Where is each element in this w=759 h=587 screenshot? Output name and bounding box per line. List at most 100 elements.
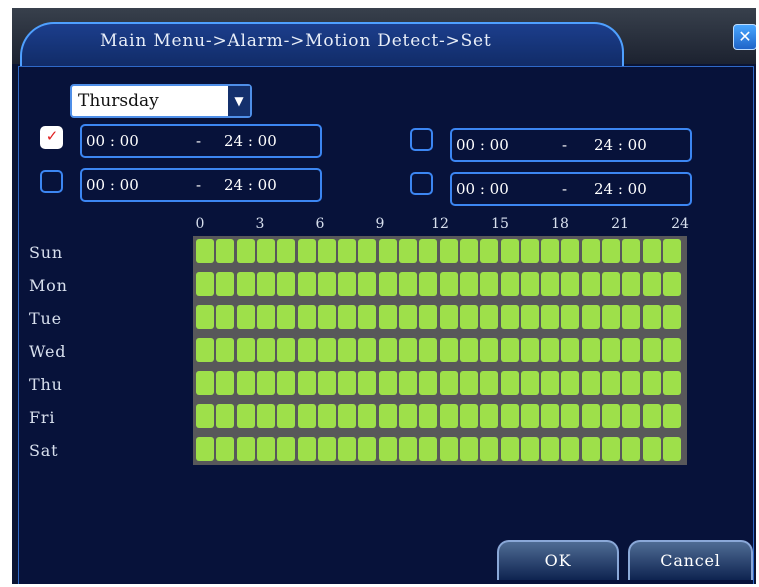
schedule-cell[interactable] [338, 338, 357, 362]
schedule-cell[interactable] [358, 338, 377, 362]
schedule-cell[interactable] [622, 272, 641, 296]
schedule-cell[interactable] [520, 338, 539, 362]
period-3-checkbox[interactable] [410, 128, 433, 151]
schedule-cell[interactable] [642, 305, 661, 329]
schedule-cell[interactable] [662, 338, 681, 362]
schedule-cell[interactable] [662, 371, 681, 395]
schedule-cell[interactable] [561, 338, 580, 362]
schedule-cell[interactable] [419, 272, 438, 296]
schedule-cell[interactable] [500, 338, 519, 362]
schedule-cell[interactable] [317, 404, 336, 428]
schedule-cell[interactable] [358, 272, 377, 296]
schedule-cell[interactable] [378, 338, 397, 362]
schedule-cell[interactable] [662, 239, 681, 263]
schedule-cell[interactable] [561, 437, 580, 461]
schedule-cell[interactable] [216, 305, 235, 329]
schedule-cell[interactable] [216, 239, 235, 263]
schedule-cell[interactable] [419, 338, 438, 362]
schedule-cell[interactable] [520, 371, 539, 395]
schedule-cell[interactable] [602, 305, 620, 329]
schedule-cell[interactable] [459, 239, 478, 263]
schedule-cell[interactable] [317, 305, 336, 329]
schedule-cell[interactable] [297, 371, 316, 395]
schedule-cell[interactable] [581, 305, 600, 329]
schedule-cell[interactable] [338, 437, 357, 461]
period-2-end-time[interactable]: 24 : 00 [224, 170, 277, 200]
period-2-start-time[interactable]: 00 : 00 [86, 170, 139, 200]
schedule-cell[interactable] [196, 338, 214, 362]
schedule-cell[interactable] [338, 371, 357, 395]
schedule-cell[interactable] [459, 305, 478, 329]
schedule-cell[interactable] [439, 239, 458, 263]
schedule-cell[interactable] [196, 272, 214, 296]
schedule-cell[interactable] [277, 437, 296, 461]
schedule-cell[interactable] [399, 239, 417, 263]
schedule-cell[interactable] [196, 404, 214, 428]
schedule-cell[interactable] [297, 338, 316, 362]
schedule-cell[interactable] [602, 338, 620, 362]
schedule-cell[interactable] [317, 338, 336, 362]
schedule-cell[interactable] [541, 305, 560, 329]
schedule-cell[interactable] [277, 338, 296, 362]
schedule-row-sun[interactable] [196, 239, 684, 263]
schedule-cell[interactable] [378, 371, 397, 395]
schedule-cell[interactable] [399, 338, 417, 362]
schedule-cell[interactable] [378, 404, 397, 428]
schedule-cell[interactable] [216, 404, 235, 428]
schedule-cell[interactable] [419, 437, 438, 461]
schedule-cell[interactable] [338, 239, 357, 263]
schedule-cell[interactable] [317, 239, 336, 263]
schedule-cell[interactable] [622, 305, 641, 329]
schedule-cell[interactable] [419, 305, 438, 329]
schedule-grid[interactable] [193, 236, 687, 465]
schedule-cell[interactable] [338, 305, 357, 329]
schedule-cell[interactable] [439, 437, 458, 461]
schedule-cell[interactable] [236, 305, 255, 329]
schedule-cell[interactable] [358, 305, 377, 329]
schedule-cell[interactable] [439, 371, 458, 395]
schedule-row-fri[interactable] [196, 404, 684, 428]
schedule-cell[interactable] [419, 239, 438, 263]
period-4-start-time[interactable]: 00 : 00 [456, 174, 509, 204]
schedule-cell[interactable] [317, 272, 336, 296]
schedule-cell[interactable] [236, 272, 255, 296]
schedule-cell[interactable] [399, 272, 417, 296]
schedule-cell[interactable] [662, 404, 681, 428]
period-3-time-range[interactable]: 00 : 00 - 24 : 00 [450, 128, 692, 162]
schedule-cell[interactable] [602, 239, 620, 263]
schedule-cell[interactable] [256, 404, 275, 428]
schedule-cell[interactable] [500, 305, 519, 329]
schedule-cell[interactable] [358, 371, 377, 395]
schedule-cell[interactable] [541, 239, 560, 263]
schedule-cell[interactable] [297, 239, 316, 263]
schedule-cell[interactable] [256, 437, 275, 461]
schedule-cell[interactable] [602, 404, 620, 428]
close-icon[interactable]: ✕ [733, 24, 756, 50]
schedule-cell[interactable] [581, 239, 600, 263]
schedule-cell[interactable] [500, 239, 519, 263]
schedule-cell[interactable] [642, 239, 661, 263]
schedule-cell[interactable] [439, 338, 458, 362]
schedule-cell[interactable] [236, 239, 255, 263]
schedule-cell[interactable] [236, 338, 255, 362]
schedule-cell[interactable] [277, 305, 296, 329]
schedule-cell[interactable] [399, 437, 417, 461]
schedule-cell[interactable] [581, 371, 600, 395]
period-1-checkbox[interactable]: ✓ [40, 126, 63, 149]
schedule-cell[interactable] [561, 305, 580, 329]
schedule-cell[interactable] [642, 272, 661, 296]
schedule-cell[interactable] [520, 305, 539, 329]
schedule-cell[interactable] [459, 371, 478, 395]
schedule-cell[interactable] [500, 404, 519, 428]
schedule-cell[interactable] [256, 239, 275, 263]
schedule-cell[interactable] [439, 272, 458, 296]
schedule-cell[interactable] [317, 371, 336, 395]
schedule-cell[interactable] [459, 437, 478, 461]
schedule-cell[interactable] [439, 305, 458, 329]
schedule-cell[interactable] [196, 437, 214, 461]
schedule-cell[interactable] [358, 437, 377, 461]
schedule-cell[interactable] [236, 404, 255, 428]
schedule-cell[interactable] [561, 371, 580, 395]
schedule-cell[interactable] [399, 404, 417, 428]
schedule-cell[interactable] [399, 305, 417, 329]
